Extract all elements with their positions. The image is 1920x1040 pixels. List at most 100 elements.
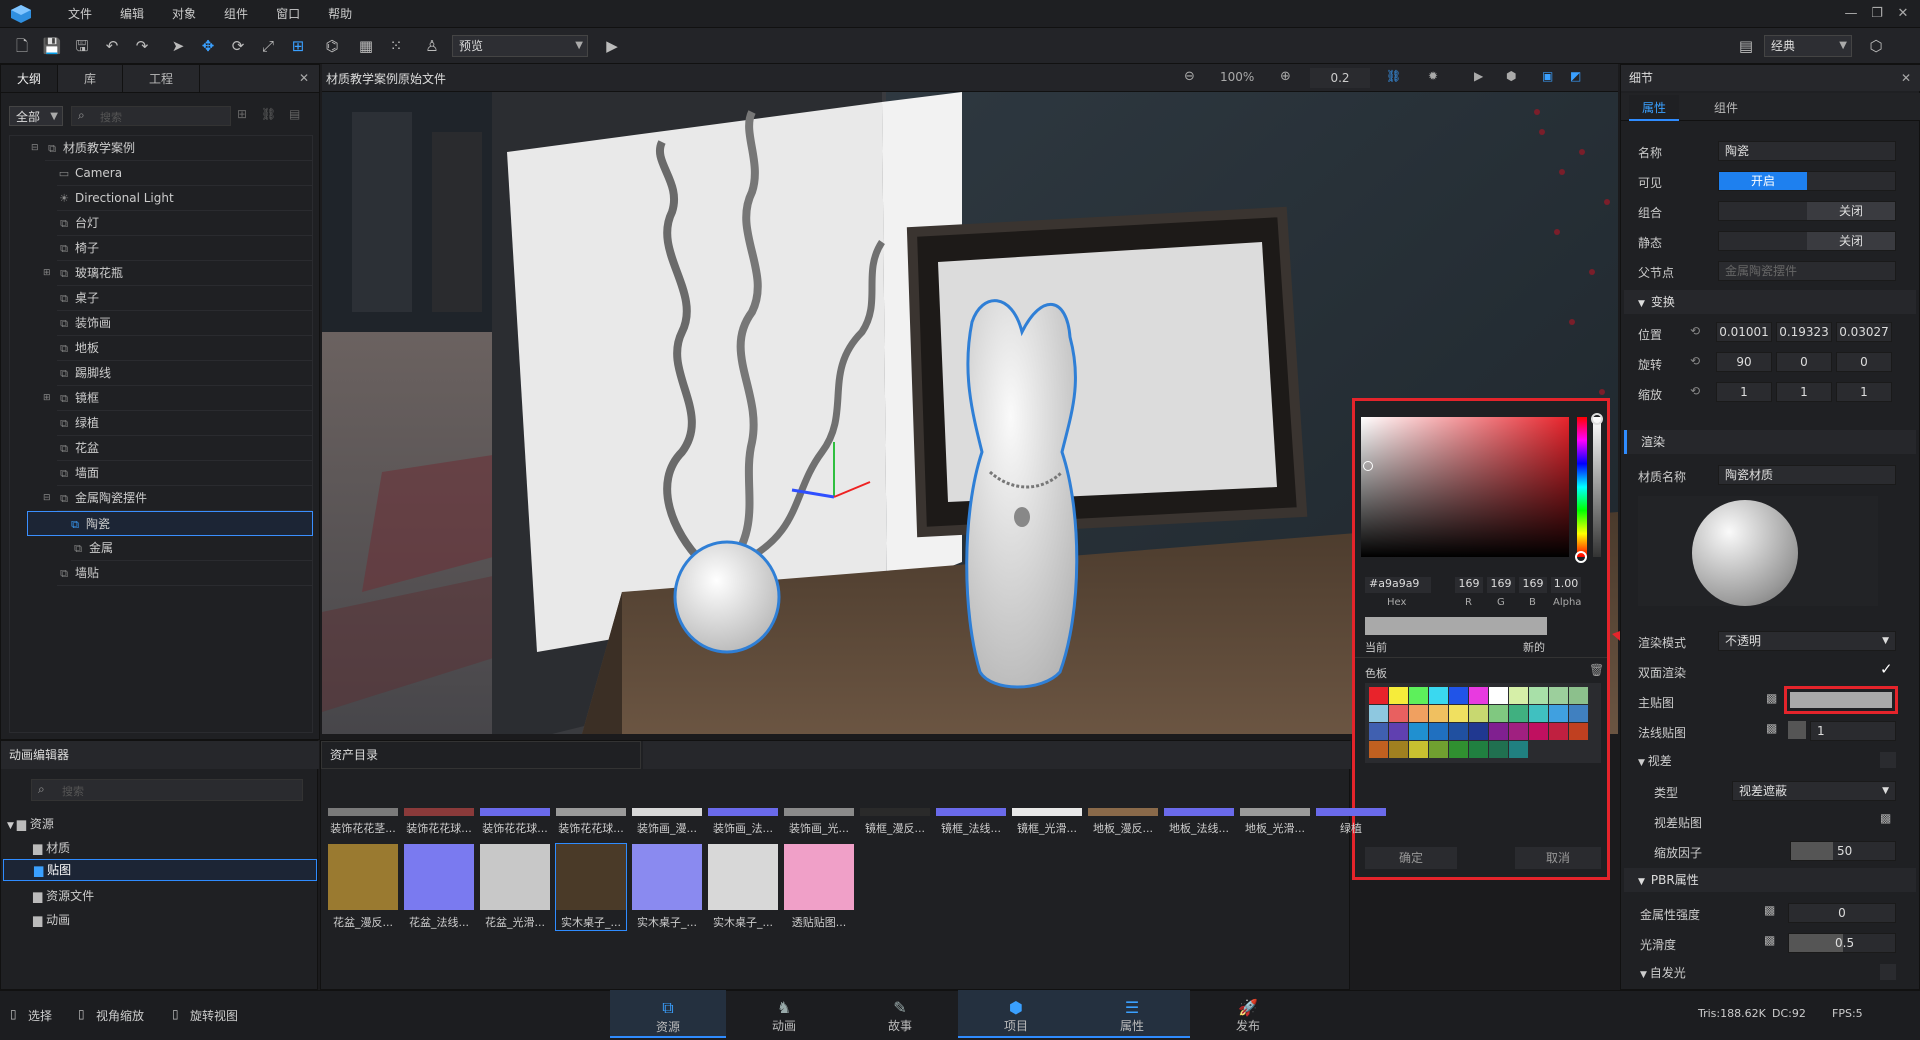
b-input[interactable]: 169 [1519,577,1547,593]
parallax-type-select[interactable]: 视差遮蔽 ▼ [1732,781,1896,801]
palette-swatch[interactable] [1449,723,1468,740]
link-camera-icon[interactable]: ⛓ [1386,69,1401,83]
palette-swatch[interactable] [1469,723,1488,740]
palette-swatch[interactable] [1509,723,1528,740]
expand-icon[interactable]: ⊞ [43,268,51,278]
palette-swatch[interactable] [1469,705,1488,722]
asset-item[interactable]: 透贴贴图... [784,844,854,930]
palette-swatch[interactable] [1489,741,1508,758]
save-icon[interactable]: 💾 [40,34,64,58]
tree-folder-animation[interactable]: ▆ 动画 [33,911,70,928]
material-name-field[interactable]: 陶瓷材质 [1718,465,1896,485]
expand-icon[interactable]: ⊞ [43,393,51,403]
position-x[interactable]: 0.01001 [1716,322,1772,342]
scale-factor-slider[interactable]: 50 [1790,841,1896,861]
cancel-button[interactable]: 取消 [1515,847,1601,869]
tab-outline[interactable]: 大纲 [1,65,59,92]
link-icon[interactable]: ⛓ [261,107,276,121]
tree-item-metal[interactable]: ⧉ 金属 [71,536,313,561]
bottom-tab-properties[interactable]: ☰ 属性 [1074,990,1190,1038]
pivot-tool-icon[interactable]: ⊞ [286,34,310,58]
render-section[interactable]: 渲染 [1624,430,1916,454]
asset-item[interactable]: 装饰画_法... [708,808,778,836]
tree-item-chair[interactable]: ⧉ 椅子 [57,236,313,261]
palette-swatch[interactable] [1409,687,1428,704]
checker-icon[interactable]: ▩ [1764,933,1775,947]
checker-icon[interactable]: ▩ [1766,721,1777,735]
mouse-icon[interactable]: ▯ [172,1007,179,1021]
hex-input[interactable]: #a9a9a9 [1365,577,1431,593]
play-icon[interactable]: ▶ [600,34,624,58]
tree-item-baseboard[interactable]: ⧉ 踢脚线 [57,361,313,386]
palette-swatch[interactable] [1489,723,1508,740]
scale-z[interactable]: 1 [1836,382,1892,402]
palette-swatch[interactable] [1509,741,1528,758]
resource-search-input[interactable]: ⌕ 搜索 [31,779,303,801]
tree-item-wall[interactable]: ⧉ 墙面 [57,461,313,486]
palette-swatch[interactable] [1409,705,1428,722]
bottom-tab-publish[interactable]: 🚀 发布 [1190,990,1306,1038]
menu-help[interactable]: 帮助 [314,0,366,28]
palette-swatch[interactable] [1369,687,1388,704]
palette-swatch[interactable] [1409,741,1428,758]
bottom-tab-story[interactable]: ✎ 故事 [842,990,958,1038]
emission-toggle[interactable]: ▼ 自发光 [1640,964,1686,981]
palette-swatch[interactable] [1469,687,1488,704]
dots-grid-icon[interactable]: ⁙ [384,34,408,58]
tree-item-ceramic[interactable]: ⧉ 陶瓷 [27,511,313,536]
hue-slider[interactable] [1577,417,1587,557]
rotate-tool-icon[interactable]: ⟳ [226,34,250,58]
palette-swatch[interactable] [1429,705,1448,722]
bottom-tab-resources[interactable]: ⧉ 资源 [610,990,726,1038]
double-sided-checkbox[interactable]: ✓ [1880,660,1893,678]
palette-swatch[interactable] [1489,705,1508,722]
tree-item-lamp[interactable]: ⧉ 台灯 [57,211,313,236]
palette-swatch[interactable] [1449,705,1468,722]
outline-search-input[interactable]: ⌕ 搜索 [71,106,231,126]
save-as-icon[interactable]: 🖫 [70,34,94,58]
tree-item-plant[interactable]: ⧉ 绿植 [57,411,313,436]
ok-button[interactable]: 确定 [1365,847,1457,869]
asset-item[interactable]: 装饰花花球... [404,808,474,836]
mouse-icon[interactable]: ▯ [78,1007,85,1021]
tree-item-glass-vase[interactable]: ⧉ 玻璃花瓶 [57,261,313,286]
asset-item[interactable]: 花盆_漫反... [328,844,398,930]
asset-item[interactable]: 实木桌子_... [632,844,702,930]
asset-item[interactable]: 装饰花花球... [480,808,550,836]
perspective-icon[interactable]: ▣ [1542,69,1553,83]
palette-swatches[interactable] [1365,683,1601,763]
tree-root-resources[interactable]: ▼ ▆ 资源 [7,815,54,832]
collapse-icon[interactable]: ⊟ [31,143,39,153]
palette-swatch[interactable] [1469,741,1488,758]
static-toggle[interactable]: 关闭 [1718,231,1896,251]
hue-handle[interactable] [1575,551,1587,563]
settings-icon[interactable]: ⬡ [1864,34,1888,58]
scale-tool-icon[interactable]: ⤢ [256,34,280,58]
asset-item[interactable]: 镜框_光滑... [1012,808,1082,836]
metallic-field[interactable]: 0 [1788,903,1896,923]
palette-swatch[interactable] [1389,705,1408,722]
new-file-icon[interactable]: 🗋 [10,34,34,58]
menu-window[interactable]: 窗口 [262,0,314,28]
asset-item[interactable]: 地板_光滑... [1240,808,1310,836]
scale-x[interactable]: 1 [1716,382,1772,402]
reset-rotation-icon[interactable]: ⟲ [1690,354,1700,368]
tree-item-root[interactable]: ⧉ 材质教学案例 [45,136,313,161]
alpha-input[interactable]: 1.00 [1551,577,1581,593]
cube-icon[interactable]: ⬢ [1506,69,1516,83]
zoom-in-icon[interactable]: ⊕ [1280,69,1291,84]
rotation-x[interactable]: 90 [1716,352,1772,372]
g-input[interactable]: 169 [1487,577,1515,593]
menu-edit[interactable]: 编辑 [106,0,158,28]
tree-item-frame[interactable]: ⧉ 镜框 [57,386,313,411]
position-z[interactable]: 0.03027 [1836,322,1892,342]
select-icon[interactable]: ▯ [10,1007,17,1021]
alpha-handle[interactable] [1591,413,1603,425]
emission-checkbox[interactable] [1880,964,1896,980]
asset-item[interactable]: 花盆_光滑... [480,844,550,930]
zoom-out-icon[interactable]: ⊖ [1184,69,1195,84]
view-zoom-mode[interactable]: 视角缩放 [96,1007,144,1024]
expand-all-icon[interactable]: ⊞ [237,107,247,121]
palette-swatch[interactable] [1369,705,1388,722]
palette-swatch[interactable] [1569,723,1588,740]
